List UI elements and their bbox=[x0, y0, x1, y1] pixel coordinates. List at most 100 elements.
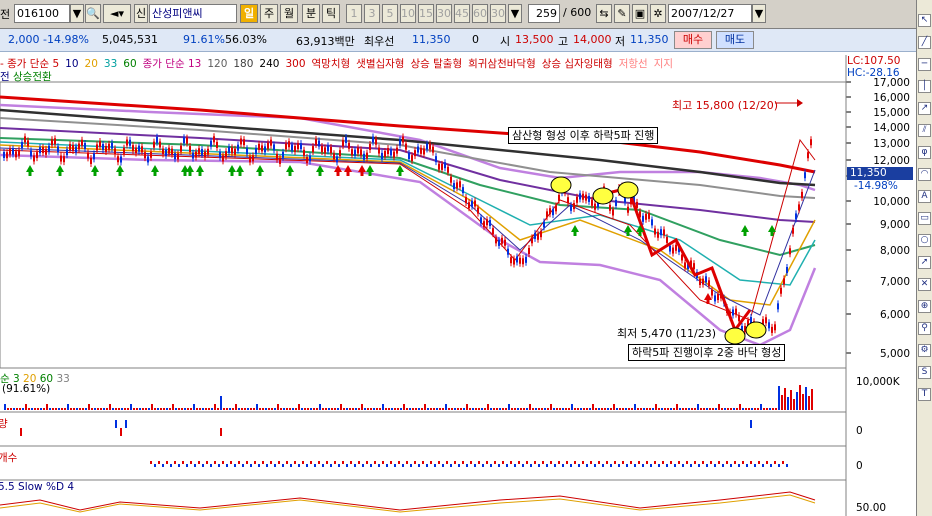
tool-T[interactable]: T bbox=[918, 388, 931, 401]
buy-button[interactable]: 매수 bbox=[674, 31, 712, 49]
sell-button[interactable]: 매도 bbox=[716, 31, 754, 49]
legend-item-3[interactable]: 33 bbox=[104, 58, 117, 70]
current-price-badge: 11,350 bbox=[847, 167, 913, 180]
legend-item-1[interactable]: 10 bbox=[65, 58, 78, 70]
candle-body bbox=[45, 148, 47, 155]
cursor-icon[interactable]: ↖ bbox=[918, 14, 931, 27]
amount-value: 63,913백만 bbox=[296, 35, 355, 48]
volume-bar bbox=[478, 408, 480, 410]
text-icon[interactable]: A bbox=[918, 190, 931, 203]
candle-body bbox=[129, 139, 131, 146]
period-month-button[interactable]: 월 bbox=[280, 4, 298, 23]
volume-bar bbox=[322, 408, 324, 410]
settings-icon[interactable]: ⚙ bbox=[918, 344, 931, 357]
minute-5-button[interactable]: 5 bbox=[382, 4, 398, 23]
sound-button[interactable]: ◄▾ bbox=[103, 4, 131, 23]
rect-icon[interactable]: ▭ bbox=[918, 212, 931, 225]
volume-bar bbox=[58, 408, 60, 410]
line-icon[interactable]: ╱ bbox=[918, 36, 931, 49]
legend-item-6[interactable]: 120 bbox=[207, 58, 227, 70]
circle-icon[interactable]: ○ bbox=[918, 234, 931, 247]
up-arrow-red bbox=[334, 165, 342, 172]
volume-bar bbox=[232, 408, 234, 410]
legend-item-4[interactable]: 60 bbox=[123, 58, 136, 70]
arc-icon[interactable]: ◠ bbox=[918, 168, 931, 181]
minute-30-button[interactable]: 30 bbox=[436, 4, 452, 23]
legend-item-16[interactable]: 지지 bbox=[654, 58, 673, 70]
minute-1-button[interactable]: 1 bbox=[346, 4, 362, 23]
volume-bar bbox=[463, 408, 465, 410]
minute-custom-button[interactable]: 30 bbox=[490, 4, 506, 23]
minute-dropdown-button[interactable]: ▼ bbox=[508, 4, 522, 23]
volume-bar bbox=[571, 404, 573, 410]
save-button[interactable]: ▣ bbox=[632, 4, 648, 23]
tool-S[interactable]: S bbox=[918, 366, 931, 379]
date-dropdown-button[interactable]: ▼ bbox=[752, 4, 766, 23]
note-box-1[interactable]: 삼산형 형성 이후 하락5파 진행 bbox=[508, 127, 659, 144]
volume-bar bbox=[49, 408, 51, 410]
legend-item-10[interactable]: 역망치형 bbox=[312, 58, 351, 70]
note-box-2[interactable]: 하락5파 진행이후 2중 바닥 형성 bbox=[628, 344, 786, 361]
candle-body bbox=[342, 140, 344, 147]
candle-body bbox=[543, 221, 545, 228]
candle-body bbox=[366, 152, 368, 159]
period-week-button[interactable]: 주 bbox=[260, 4, 278, 23]
candle-body bbox=[471, 200, 473, 207]
draw-button[interactable]: ✎ bbox=[614, 4, 630, 23]
volume-bar bbox=[94, 408, 96, 410]
price-chart[interactable]: 17,00016,00015,00014,00013,00012,00011,0… bbox=[0, 0, 916, 516]
legend-item-12[interactable]: 상승 탈출형 bbox=[410, 58, 462, 70]
legend-item-14[interactable]: 상승 십자잉태형 bbox=[542, 58, 613, 70]
stock-name-field[interactable]: 산성피앤씨 bbox=[149, 4, 237, 23]
stock-code-input[interactable]: 016100 bbox=[14, 4, 70, 23]
candle-body bbox=[738, 315, 740, 322]
minute-60-button[interactable]: 60 bbox=[472, 4, 488, 23]
price-scale: 17,00016,00015,00014,00013,00012,00011,0… bbox=[846, 77, 910, 360]
legend-item-13[interactable]: 희귀삼천바닥형 bbox=[468, 58, 536, 70]
up-arrow-stem bbox=[573, 232, 577, 236]
trend-icon[interactable]: ↗ bbox=[918, 102, 931, 115]
legend-item-7[interactable]: 180 bbox=[233, 58, 253, 70]
zoom-icon[interactable]: ⚲ bbox=[918, 322, 931, 335]
candle-body bbox=[762, 319, 764, 326]
volume-bar bbox=[562, 408, 564, 410]
volume-bar bbox=[370, 408, 372, 410]
settings-button[interactable]: ✲ bbox=[650, 4, 666, 23]
hline-icon[interactable]: ─ bbox=[918, 58, 931, 71]
candle-body bbox=[63, 156, 65, 163]
fibo-icon[interactable]: φ bbox=[918, 146, 931, 159]
candle-body bbox=[801, 191, 803, 198]
code-dropdown-button[interactable]: ▼ bbox=[70, 4, 84, 23]
minute-3-button[interactable]: 3 bbox=[364, 4, 380, 23]
minute-15-button[interactable]: 15 bbox=[418, 4, 434, 23]
legend-item-8[interactable]: 240 bbox=[259, 58, 279, 70]
count-input[interactable]: 259 bbox=[528, 4, 560, 23]
volume-bar bbox=[724, 408, 726, 410]
volume-bar bbox=[541, 408, 543, 410]
up-arrow-red-stem bbox=[706, 300, 710, 304]
search-button[interactable]: 🔍 bbox=[85, 4, 101, 23]
legend-item-5[interactable]: 종가 단순 13 bbox=[143, 58, 202, 70]
period-tick-button[interactable]: 틱 bbox=[322, 4, 340, 23]
vline-icon[interactable]: │ bbox=[918, 80, 931, 93]
panel3-bar bbox=[20, 428, 22, 436]
magnet-icon[interactable]: ⊕ bbox=[918, 300, 931, 313]
minute-45-button[interactable]: 45 bbox=[454, 4, 470, 23]
legend-item-2[interactable]: 20 bbox=[85, 58, 98, 70]
type-button[interactable]: 신 bbox=[134, 4, 148, 23]
period-day-button[interactable]: 일 bbox=[240, 4, 258, 23]
legend-item-9[interactable]: 300 bbox=[285, 58, 305, 70]
shift-button[interactable]: ⇆ bbox=[596, 4, 612, 23]
delete-icon[interactable]: ✕ bbox=[918, 278, 931, 291]
panel4-bar bbox=[298, 464, 300, 467]
legend-item-15[interactable]: 저항선 bbox=[619, 58, 648, 70]
volume-bar bbox=[637, 408, 639, 410]
legend-item-11[interactable]: 샛별십자형 bbox=[356, 58, 404, 70]
channel-icon[interactable]: ⫽ bbox=[918, 124, 931, 137]
minute-10-button[interactable]: 10 bbox=[400, 4, 416, 23]
volume-bar bbox=[352, 408, 354, 410]
period-minute-button[interactable]: 분 bbox=[302, 4, 320, 23]
date-input[interactable]: 2007/12/27 bbox=[668, 4, 752, 23]
arrow-icon[interactable]: ➚ bbox=[918, 256, 931, 269]
panel4-bar bbox=[250, 464, 252, 467]
